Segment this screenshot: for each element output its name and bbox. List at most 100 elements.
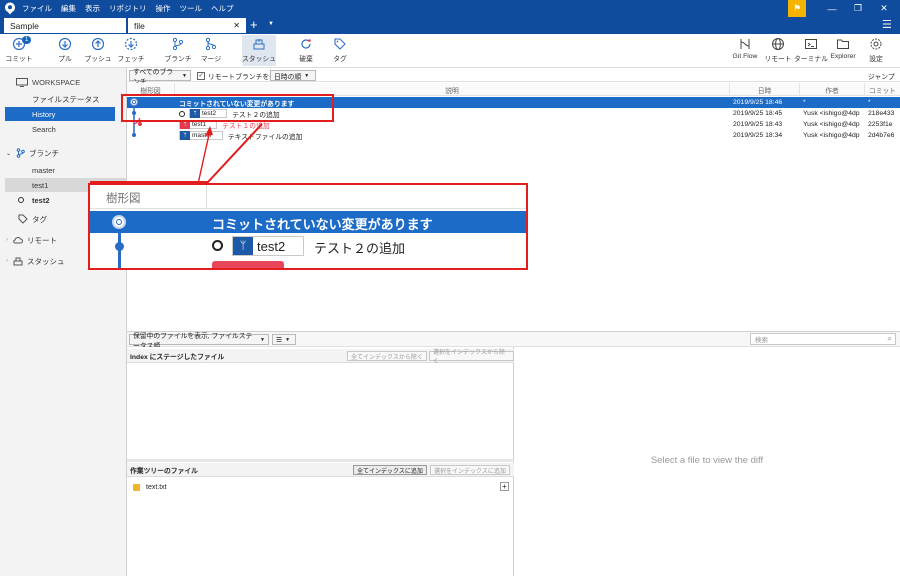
- stage-selected-button[interactable]: 選択をインデックスに追加: [430, 465, 510, 475]
- commit-date: 2019/9/25 18:46: [733, 99, 783, 106]
- sort-order-select[interactable]: 日時の順 ▼: [270, 70, 316, 81]
- stage-file-icon[interactable]: +: [500, 482, 509, 491]
- stash-button[interactable]: スタッシュ: [242, 35, 276, 66]
- history-filter-bar: すべてのブランチ ▼ ✓ リモートブランチを表示 日時の順 ▼ ジャンプ先:: [127, 68, 900, 91]
- head-marker-icon: [212, 240, 223, 251]
- new-tab-icon[interactable]: +: [250, 17, 258, 33]
- menu-tools[interactable]: ツール: [180, 3, 203, 14]
- diff-placeholder: Select a file to view the diff: [650, 455, 764, 466]
- hamburger-menu-icon[interactable]: ☰: [882, 18, 892, 31]
- tab-label: Sample: [10, 20, 39, 31]
- menu-file[interactable]: ファイル: [22, 3, 52, 14]
- menu-actions[interactable]: 操作: [156, 3, 171, 14]
- terminal-icon: [804, 37, 818, 51]
- sidebar-item-file-status[interactable]: ファイルステータス: [0, 92, 126, 106]
- unstage-selected-button[interactable]: 選択をインデックスから除く: [429, 350, 514, 365]
- col-date[interactable]: 日時: [730, 83, 800, 96]
- stage-all-button[interactable]: 全てインデックスに追加: [353, 465, 427, 475]
- sidebar-item-label: Search: [32, 124, 56, 134]
- commit-hash: 2d4b7e6: [868, 132, 895, 139]
- zoom-row-description: コミットされていない変更があります: [212, 217, 433, 232]
- discard-label: 破棄: [299, 56, 313, 63]
- zoom-row-test2: ᛘ test2 テスト２の追加: [90, 233, 526, 261]
- commit-author: *: [803, 99, 806, 106]
- settings-button[interactable]: 設定: [862, 35, 890, 66]
- commit-author: Yusk <ishigo@4dp: [803, 132, 860, 139]
- branch-button[interactable]: ブランチ: [163, 35, 193, 66]
- fetch-icon: [124, 37, 138, 51]
- merge-button[interactable]: マージ: [196, 35, 226, 66]
- commit-date: 2019/9/25 18:43: [733, 121, 783, 128]
- commit-hash: 2253f1e: [868, 121, 893, 128]
- fetch-label: フェッチ: [117, 56, 145, 63]
- callout-connector: [90, 123, 263, 185]
- chevron-down-icon: ▼: [285, 336, 291, 343]
- close-icon[interactable]: ✕: [872, 0, 896, 17]
- branch-icon: [16, 148, 25, 158]
- repo-tab-bar: Sample file ✕ + ▼ ☰: [0, 17, 900, 34]
- zoom-branch-tag: ᛘ test2: [232, 236, 304, 256]
- discard-button[interactable]: 破棄: [291, 35, 321, 66]
- tab-close-icon[interactable]: ✕: [233, 21, 240, 30]
- sidebar-branches-label: ブランチ: [29, 148, 60, 158]
- explorer-label: Explorer: [830, 53, 856, 60]
- gitflow-label: Git Flow: [732, 53, 758, 60]
- list-view-select[interactable]: ☰ ▼: [272, 334, 296, 345]
- chevron-down-icon: ⌄: [6, 150, 12, 157]
- file-search-input[interactable]: 検索 ⌕: [750, 333, 896, 345]
- explorer-button[interactable]: Explorer: [828, 35, 858, 66]
- zoom-graph-column-label: 樹形図: [106, 193, 141, 205]
- sidebar-tags-label: タグ: [32, 214, 47, 224]
- tab-file[interactable]: file ✕: [128, 18, 246, 33]
- menu-help[interactable]: ヘルプ: [211, 3, 234, 14]
- push-button[interactable]: プッシュ: [83, 35, 113, 66]
- monitor-icon: [16, 77, 28, 87]
- minimize-icon[interactable]: —: [820, 0, 844, 17]
- view-mode-select[interactable]: 保留中のファイルを表示, ファイルステータス順 ▼: [129, 333, 269, 350]
- pull-button[interactable]: プル: [50, 35, 80, 66]
- menu-repository[interactable]: リポジトリ: [109, 3, 147, 14]
- commit-count-badge: 1: [22, 36, 32, 44]
- sidebar-item-history[interactable]: History: [5, 107, 115, 121]
- modified-file-icon: [133, 483, 140, 491]
- search-icon[interactable]: ⌕: [888, 334, 892, 344]
- maximize-icon[interactable]: ❐: [846, 0, 870, 17]
- stash-icon: [13, 257, 23, 265]
- sidebar-workspace-label: WORKSPACE: [32, 77, 81, 87]
- branch-filter-select[interactable]: すべてのブランチ ▼: [129, 69, 191, 86]
- branch-name: master: [32, 165, 55, 175]
- terminal-button[interactable]: ターミナル: [794, 35, 828, 66]
- pane-splitter[interactable]: [127, 459, 514, 462]
- remote-button[interactable]: リモート: [763, 35, 793, 66]
- gear-icon: [869, 37, 883, 51]
- graph-line: [118, 257, 121, 268]
- tag-button[interactable]: タグ: [325, 35, 355, 66]
- sidebar-item-label: ファイルステータス: [32, 94, 100, 104]
- commit-hash: 218e433: [868, 110, 895, 117]
- tab-sample[interactable]: Sample: [4, 18, 126, 33]
- zoomed-callout-panel: 樹形図 コミットされていない変更があります ᛘ test2 テスト２の追加: [88, 183, 528, 270]
- sidebar-workspace-header[interactable]: WORKSPACE: [0, 75, 126, 89]
- chevron-right-icon: ›: [6, 258, 8, 264]
- tag-icon: [18, 214, 28, 224]
- gitflow-button[interactable]: Git Flow: [728, 35, 762, 66]
- commit-hash: *: [868, 99, 871, 106]
- chevron-down-icon[interactable]: ▼: [268, 21, 274, 27]
- col-author[interactable]: 作者: [800, 83, 865, 96]
- zoom-partial-tag: [212, 261, 284, 268]
- menu-edit[interactable]: 編集: [61, 3, 76, 14]
- chevron-right-icon: ›: [6, 237, 8, 243]
- commit-author: Yusk <ishigo@4dp: [803, 121, 860, 128]
- commit-button[interactable]: 1 コミット: [4, 35, 34, 66]
- menu-view[interactable]: 表示: [85, 3, 100, 14]
- checkbox-checked-icon[interactable]: ✓: [197, 72, 205, 80]
- unstage-all-button[interactable]: 全てインデックスから除く: [347, 351, 427, 361]
- fetch-button[interactable]: フェッチ: [116, 35, 146, 66]
- title-bar: ファイル 編集 表示 リポジトリ 操作 ツール ヘルプ ⚑ — ❐ ✕: [0, 0, 900, 17]
- chevron-down-icon: ▼: [304, 72, 310, 79]
- working-file-item[interactable]: text.txt +: [127, 481, 514, 493]
- flag-icon[interactable]: ⚑: [788, 0, 806, 17]
- working-files-title: 作業ツリーのファイル: [130, 467, 198, 475]
- col-commit[interactable]: コミット: [865, 83, 900, 96]
- staged-files-header: Index にステージしたファイル 全てインデックスから除く 選択をインデックス…: [127, 349, 514, 365]
